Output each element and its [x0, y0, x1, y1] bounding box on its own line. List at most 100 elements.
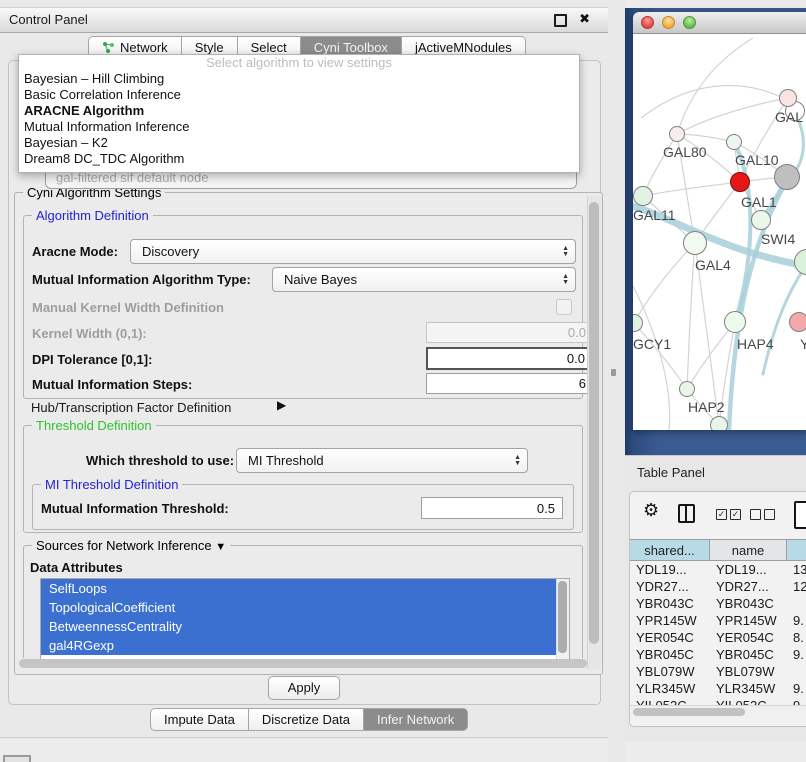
network-node-gal4[interactable]	[683, 231, 707, 255]
menu-item[interactable]: Bayesian – K2	[19, 135, 579, 151]
kernel-width-field[interactable]: 0.0	[426, 322, 594, 343]
network-node-hap4[interactable]	[724, 311, 746, 333]
expand-right-icon[interactable]: ▶	[277, 398, 286, 412]
collapsed-panel-icon[interactable]	[3, 755, 31, 762]
table-row[interactable]: YDL19...YDL19...13	[630, 561, 806, 578]
table-header-row: shared... name	[630, 539, 806, 561]
data-attributes-label: Data Attributes	[30, 560, 123, 575]
column-header-name[interactable]: name	[710, 539, 787, 561]
table-horizontal-scrollbar[interactable]	[630, 705, 806, 719]
network-view-window[interactable]: GAL GAL80 GAL10 GAL1 GAL11 SWI4 GAL4 GCY…	[633, 12, 806, 430]
table-panel-title: Table Panel	[637, 465, 705, 480]
apply-button[interactable]: Apply	[268, 676, 340, 700]
table-row[interactable]: YBR043CYBR043C	[630, 595, 806, 612]
sources-group-title[interactable]: Sources for Network Inference ▼	[32, 538, 230, 555]
select-all-checkboxes-icon[interactable]: ✓✓	[716, 509, 741, 520]
collapse-down-icon[interactable]: ▼	[215, 541, 226, 553]
network-node-swi4[interactable]	[751, 210, 771, 230]
node-table: ⚙ ✓✓ shared... name YDL19...YDL19...13 Y…	[629, 491, 806, 727]
deselect-all-checkboxes-icon[interactable]	[750, 509, 775, 520]
cyni-algorithm-settings-group: Cyni Algorithm Settings Algorithm Defini…	[14, 192, 603, 675]
mi-threshold-group-title: MI Threshold Definition	[41, 477, 182, 492]
network-node-gray[interactable]	[774, 164, 800, 190]
network-node[interactable]	[710, 416, 728, 430]
table-row[interactable]: YBR045CYBR045C9.	[630, 646, 806, 663]
table-row[interactable]: YER054CYER054C8.	[630, 629, 806, 646]
menu-item[interactable]: Bayesian – Hill Climbing	[19, 71, 579, 87]
table-row[interactable]: YLR345WYLR345W9.	[630, 680, 806, 697]
node-label: GAL10	[735, 152, 779, 168]
float-window-icon[interactable]	[554, 14, 567, 27]
panel-splitter[interactable]	[608, 0, 625, 762]
column-header-partial[interactable]	[787, 539, 806, 561]
bottom-tabbar: Impute Data Discretize Data Infer Networ…	[150, 708, 468, 731]
network-node[interactable]	[779, 89, 797, 107]
menu-item[interactable]: Mutual Information Inference	[19, 119, 579, 135]
mi-algorithm-type-combobox[interactable]: Naive Bayes ▲▼	[272, 267, 576, 292]
gear-icon[interactable]: ⚙	[643, 500, 659, 521]
table-panel: Table Panel ⚙ ✓✓ shared... name YDL19...…	[625, 455, 806, 741]
network-node-gal80[interactable]	[669, 126, 685, 142]
close-traffic-light-icon[interactable]	[641, 16, 654, 29]
table-row[interactable]: YBL079WYBL079W	[630, 663, 806, 680]
node-label: GCY1	[633, 336, 671, 352]
node-label: GAL80	[663, 144, 707, 160]
list-item[interactable]: gal4RGexp	[41, 636, 569, 655]
dpi-tolerance-label: DPI Tolerance [0,1]:	[32, 352, 152, 367]
node-label: Y	[800, 336, 806, 352]
control-panel-titlebar[interactable]: Control Panel ✖	[0, 7, 608, 33]
zoom-traffic-light-icon[interactable]	[683, 16, 696, 29]
data-attributes-list[interactable]: SelfLoops TopologicalCoefficient Between…	[40, 578, 570, 660]
list-item[interactable]: TopologicalCoefficient	[41, 598, 569, 617]
combo-stepper-icon: ▲▼	[562, 274, 569, 286]
network-icon	[102, 41, 115, 54]
sources-group: Sources for Network Inference ▼ Data Att…	[23, 545, 583, 658]
aracne-mode-label: Aracne Mode:	[32, 244, 118, 259]
splitter-grip-icon[interactable]	[611, 369, 616, 376]
menu-item[interactable]: Dream8 DC_TDC Algorithm	[19, 151, 579, 167]
control-panel: Control Panel ✖ Network Style Select Cyn…	[0, 0, 608, 738]
close-icon[interactable]: ✖	[579, 11, 590, 27]
network-node-gal10[interactable]	[726, 134, 742, 150]
import-table-icon[interactable]	[794, 501, 806, 529]
scrollbar-thumb[interactable]	[633, 708, 745, 716]
tab-discretize-data[interactable]: Discretize Data	[249, 708, 364, 731]
column-header-shared-name[interactable]: shared...	[630, 539, 710, 561]
scrollbar-thumb[interactable]	[589, 202, 599, 644]
screen: Control Panel ✖ Network Style Select Cyn…	[0, 0, 806, 762]
columns-icon[interactable]	[678, 504, 695, 523]
menu-item[interactable]: Basic Correlation Inference	[19, 87, 579, 103]
node-label: GAL4	[695, 257, 731, 273]
network-node-hap2[interactable]	[679, 381, 695, 397]
network-canvas[interactable]: GAL GAL80 GAL10 GAL1 GAL11 SWI4 GAL4 GCY…	[633, 34, 806, 430]
network-node[interactable]	[789, 312, 806, 332]
minimize-traffic-light-icon[interactable]	[662, 16, 675, 29]
settings-vertical-scrollbar[interactable]	[587, 196, 601, 669]
node-label: GAL1	[741, 194, 777, 210]
network-window-titlebar[interactable]	[633, 12, 806, 34]
table-row[interactable]: YPR145WYPR145W9.	[630, 612, 806, 629]
tab-infer-network[interactable]: Infer Network	[364, 708, 468, 731]
mi-threshold-field[interactable]: 0.5	[421, 497, 563, 519]
list-item[interactable]: SelfLoops	[41, 579, 569, 598]
table-row[interactable]: YDR27...YDR27...12	[630, 578, 806, 595]
table-toolbar: ⚙ ✓✓	[630, 492, 806, 539]
dpi-tolerance-field[interactable]: 0.0	[426, 347, 594, 370]
list-item[interactable]: BetweennessCentrality	[41, 617, 569, 636]
manual-kernel-width-label: Manual Kernel Width Definition	[32, 300, 224, 315]
which-threshold-combobox[interactable]: MI Threshold ▲▼	[236, 448, 528, 473]
mi-steps-field[interactable]: 6	[426, 373, 594, 394]
network-node-gal11[interactable]	[633, 186, 653, 206]
algorithm-definition-group: Algorithm Definition Aracne Mode: Discov…	[23, 215, 583, 399]
hub-definition-label[interactable]: Hub/Transcription Factor Definition	[31, 400, 231, 415]
manual-kernel-width-checkbox[interactable]	[556, 299, 572, 315]
network-node-gal1-selected[interactable]	[730, 172, 750, 192]
aracne-mode-combobox[interactable]: Discovery ▲▼	[130, 239, 576, 264]
mi-steps-label: Mutual Information Steps:	[32, 377, 192, 392]
tab-network-label: Network	[120, 40, 168, 55]
list-vertical-scrollbar[interactable]	[556, 579, 569, 659]
menu-item-selected[interactable]: ARACNE Algorithm	[19, 103, 579, 119]
tab-impute-data[interactable]: Impute Data	[150, 708, 249, 731]
settings-horizontal-scrollbar[interactable]	[19, 659, 587, 668]
scrollbar-thumb[interactable]	[558, 581, 567, 653]
